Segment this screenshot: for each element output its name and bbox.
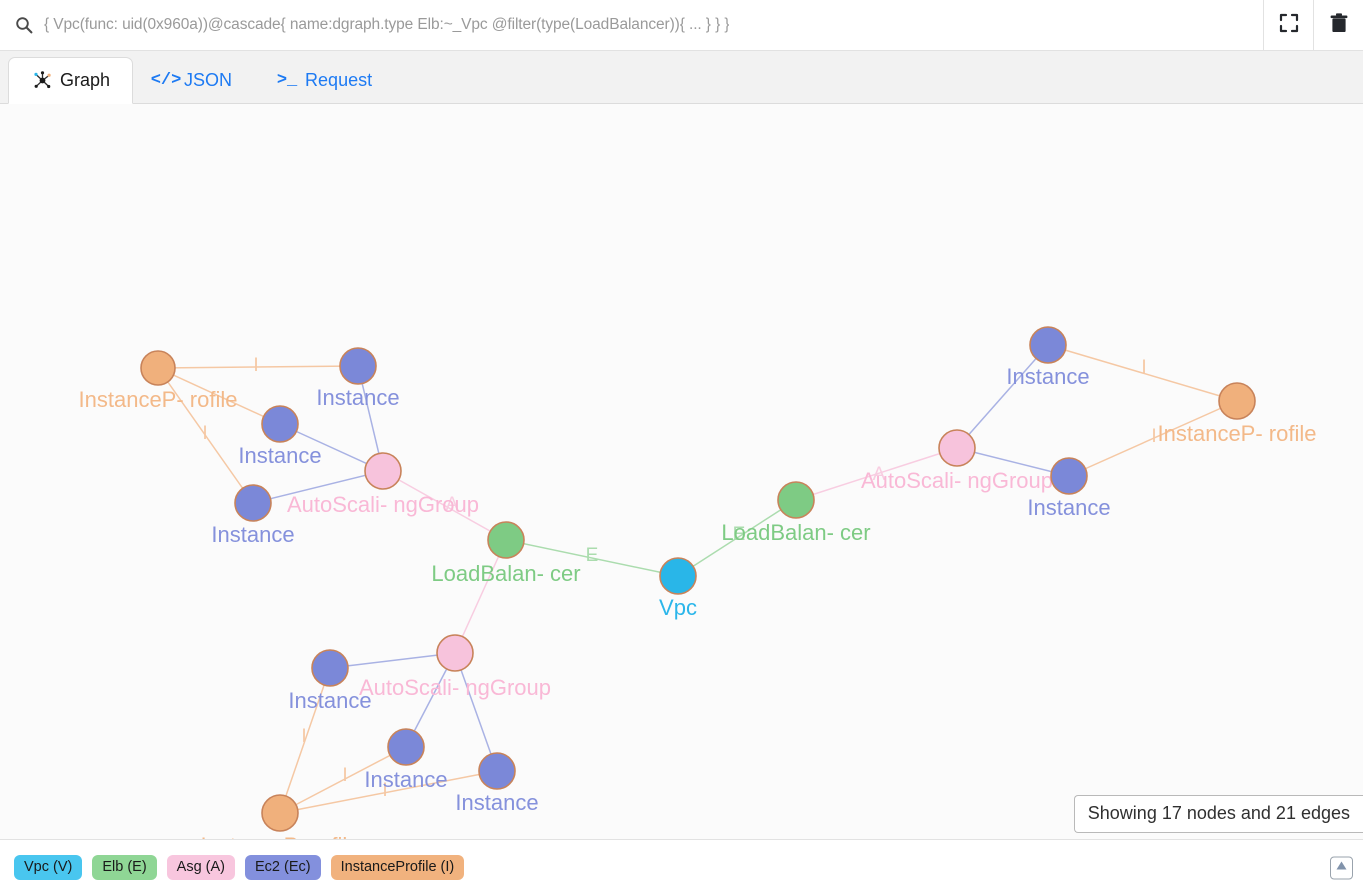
graph-node[interactable]: [436, 634, 474, 672]
collapse-legend-button[interactable]: [1330, 856, 1353, 879]
edge-label: I: [1151, 426, 1156, 447]
clear-query-button[interactable]: [1313, 0, 1363, 50]
search-icon: [14, 15, 34, 35]
graph-node-label: AutoScali- ngGroup: [287, 492, 479, 517]
tab-json[interactable]: </> JSON: [133, 57, 254, 104]
legend-items: Vpc (V) Elb (E) Asg (A) Ec2 (Ec) InstancePro…: [14, 854, 465, 881]
fullscreen-button[interactable]: [1263, 0, 1313, 50]
triangle-up-icon: [1335, 859, 1348, 877]
query-text[interactable]: { Vpc(func: uid(0x960a))@cascade{ name:d…: [44, 16, 729, 34]
graph-node[interactable]: [777, 481, 815, 519]
graph-node-label: AutoScali- ngGroup: [359, 675, 551, 700]
graph-edge[interactable]: [329, 652, 456, 669]
graph-node[interactable]: [1029, 326, 1067, 364]
node-layer: InstanceP- rofile Instance Instance Instanc…: [79, 326, 1317, 839]
graph-node[interactable]: [1050, 457, 1088, 495]
tab-graph[interactable]: Graph: [8, 57, 134, 104]
query-input-wrap[interactable]: { Vpc(func: uid(0x960a))@cascade{ name:d…: [0, 0, 1263, 50]
graph-node-label: Instance: [288, 688, 371, 713]
tab-request[interactable]: >_ Request: [254, 57, 394, 104]
edge-label: I: [301, 726, 306, 747]
graph-canvas[interactable]: I I A E E A I I I I I InstanceP- rofile Instance Inst…: [0, 104, 1363, 840]
tab-request-label: Request: [305, 70, 373, 90]
result-tabs: Graph </> JSON >_ Request: [0, 51, 1363, 104]
fullscreen-icon: [1279, 13, 1299, 38]
legend-pill-ec[interactable]: Ec2 (Ec): [245, 854, 321, 881]
graph-node-label: Instance: [455, 790, 538, 815]
graph-node-label: Instance: [316, 385, 399, 410]
graph-node-label: Instance: [1006, 364, 1089, 389]
query-bar: { Vpc(func: uid(0x960a))@cascade{ name:d…: [0, 0, 1363, 51]
graph-node-label: InstanceP- rofile: [201, 833, 360, 839]
tab-json-label: JSON: [184, 70, 233, 90]
graph-svg[interactable]: IIAEEAIIIIIInstanceP- rofile InstanceInst…: [0, 104, 1363, 839]
graph-edge[interactable]: [956, 344, 1049, 449]
edge-label: I: [1141, 357, 1146, 378]
graph-node[interactable]: [1218, 382, 1256, 420]
legend-pill-v[interactable]: Vpc (V): [14, 854, 83, 881]
graph-node-label: LoadBalan- cer: [431, 561, 580, 586]
graph-node[interactable]: [140, 350, 176, 386]
graph-node-label: InstanceP- rofile: [1158, 421, 1317, 446]
graph-node[interactable]: [261, 794, 299, 832]
graph-node[interactable]: [387, 728, 425, 766]
graph-node[interactable]: [234, 484, 272, 522]
graph-node-label: AutoScali- ngGroup: [861, 468, 1053, 493]
graph-node[interactable]: [261, 405, 299, 443]
graph-node-label: Instance: [211, 522, 294, 547]
graph-node[interactable]: [311, 649, 349, 687]
edge-label: I: [253, 355, 258, 376]
graph-node-label: Instance: [1027, 495, 1110, 520]
edge-layer: [157, 344, 1238, 814]
graph-explorer-app: { Vpc(func: uid(0x960a))@cascade{ name:d…: [0, 0, 1363, 895]
graph-node-label: Instance: [238, 443, 321, 468]
graph-node[interactable]: [478, 752, 516, 790]
tab-graph-label: Graph: [60, 70, 111, 90]
legend-pill-i[interactable]: InstanceProfile (I): [330, 854, 465, 881]
graph-node-label: Instance: [364, 767, 447, 792]
legend-pill-a[interactable]: Asg (A): [166, 854, 236, 881]
edge-label: E: [586, 545, 599, 566]
graph-node[interactable]: [364, 452, 402, 490]
graph-node-label: LoadBalan- cer: [721, 520, 870, 545]
graph-node-label: Vpc: [659, 595, 697, 620]
code-icon: </>: [150, 71, 182, 90]
graph-node[interactable]: [938, 429, 976, 467]
legend-bar: Vpc (V) Elb (E) Asg (A) Ec2 (Ec) InstancePro…: [0, 840, 1363, 895]
edge-label: I: [202, 423, 207, 444]
graph-node[interactable]: [487, 521, 525, 559]
legend-pill-e[interactable]: Elb (E): [92, 854, 157, 881]
graph-node-label: InstanceP- rofile: [79, 387, 238, 412]
graph-node[interactable]: [339, 347, 377, 385]
status-badge: Showing 17 nodes and 21 edges: [1073, 795, 1363, 833]
graph-node[interactable]: [659, 557, 697, 595]
edge-label: I: [342, 765, 347, 786]
terminal-icon: >_: [276, 71, 298, 90]
node-graph-icon: [31, 71, 53, 91]
trash-icon: [1329, 12, 1349, 39]
